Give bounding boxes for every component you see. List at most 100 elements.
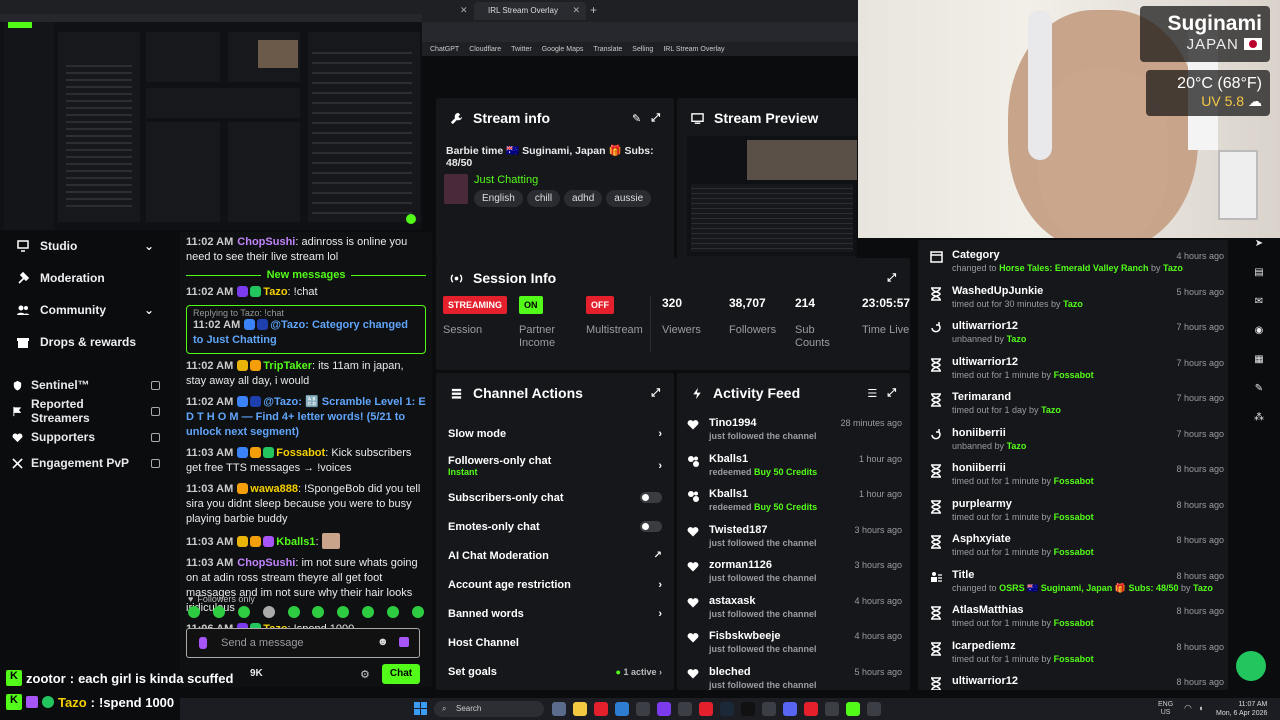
activity-item[interactable]: Fisbskwbeeje just followed the channel 4 h… [677, 626, 910, 662]
app-icon[interactable] [741, 702, 755, 716]
set-goals-row[interactable]: Set goals ● 1 active › [436, 657, 674, 686]
taskbar-search[interactable]: ⌕ Search [434, 701, 544, 717]
new-tab-icon[interactable]: + [590, 3, 597, 17]
nav-item-moderation[interactable]: Moderation [0, 262, 172, 294]
nav-item-sentinel[interactable]: Sentinel™ [0, 372, 172, 398]
mod-log-item[interactable]: Category changed to Horse Tales: Emerald … [918, 246, 1228, 282]
popout-icon[interactable]: ⤢ [887, 387, 896, 400]
stream-preview-video[interactable] [687, 136, 857, 256]
emote-icon[interactable] [262, 606, 275, 618]
subscribers-only-toggle[interactable] [640, 492, 662, 503]
nav-item-reported-streamers[interactable]: Reported Streamers [0, 397, 172, 425]
chat-icon[interactable]: ✉ [1255, 296, 1263, 307]
popout-icon[interactable]: ⤢ [651, 387, 660, 400]
app-icon[interactable] [552, 702, 566, 716]
host-channel-row[interactable]: Host Channel [436, 628, 674, 657]
activity-item[interactable]: bleched just followed the channel 5 hours … [677, 662, 910, 691]
chat-message[interactable]: 11:02 AM ChopSushi: adinross is online yo… [180, 232, 432, 268]
tag[interactable]: adhd [564, 190, 603, 207]
filter-icon[interactable]: ☰ [867, 387, 877, 400]
windows-start-icon[interactable] [414, 702, 427, 715]
nav-item-supporters[interactable]: Supporters [0, 424, 172, 450]
bookmark[interactable]: IRL Stream Overlay [663, 46, 724, 53]
chat-message[interactable]: 11:03 AM wawa888: !SpongeBob did you tell… [180, 479, 432, 530]
mod-log-item[interactable]: Asphxyiate timed out for 1 minute by Foss… [918, 530, 1228, 566]
ai-moderation-row[interactable]: AI Chat Moderation ↗ [436, 541, 674, 570]
followers-only-row[interactable]: Followers-only chat Instant › [436, 448, 674, 483]
chat-message[interactable]: 11:02 AM @Tazo: 🔠 Scramble Level 1: E D T… [180, 392, 432, 443]
banned-words-row[interactable]: Banned words › [436, 599, 674, 628]
address-bar[interactable] [422, 22, 858, 42]
bookmark[interactable]: Twitter [511, 46, 532, 53]
popout-icon[interactable]: ⤢ [651, 112, 660, 125]
gift-icon[interactable] [399, 637, 409, 647]
mod-log-item[interactable]: ultiwarrior12 unbanned by Tazo 7 hours ago [918, 317, 1228, 353]
mod-log-item[interactable]: ultiwarrior12 timed out for 1 minute by F… [918, 353, 1228, 389]
bookmark[interactable]: ChatGPT [430, 46, 459, 53]
app-icon[interactable] [825, 702, 839, 716]
tag[interactable]: aussie [606, 190, 652, 207]
activity-item[interactable]: Tino1994 just followed the channel 28 minu… [677, 413, 910, 449]
nav-item-community[interactable]: Community ⌄ [0, 294, 172, 326]
nav-item-drops-rewards[interactable]: Drops & rewards [0, 326, 172, 358]
emote-icon[interactable] [362, 606, 375, 618]
vscode-icon[interactable] [615, 702, 629, 716]
browser-icon[interactable] [594, 702, 608, 716]
chat-input[interactable]: Send a message ☻ [186, 628, 420, 658]
discord-icon[interactable] [783, 702, 797, 716]
bookmark[interactable]: Translate [593, 46, 622, 53]
emote-icon[interactable] [287, 606, 300, 618]
app-icon[interactable] [867, 702, 881, 716]
activity-item[interactable]: Kballs1 redeemed Buy 50 Credits 1 hour ago [677, 449, 910, 485]
category-link[interactable]: Just Chatting [474, 174, 655, 186]
broadcast-icon[interactable]: ◉ [1255, 325, 1264, 336]
emoji-icon[interactable]: ☻ [377, 636, 389, 648]
emote-icon[interactable] [337, 606, 350, 618]
activity-item[interactable]: Kballs1 redeemed Buy 50 Credits 1 hour ago [677, 484, 910, 520]
app-icon[interactable] [762, 702, 776, 716]
chat-message[interactable]: 11:03 AM Fossabot: Kick subscribers get f… [180, 443, 432, 479]
mod-log-item[interactable]: Title changed to OSRS 🇦🇺 Suginami, Japan … [918, 566, 1228, 602]
emote-icon[interactable] [237, 606, 250, 618]
chat-message[interactable]: 11:02 AM Tazo: !chat [180, 282, 432, 303]
bookmark[interactable]: Cloudflare [469, 46, 501, 53]
chat-send-button[interactable]: Chat [382, 664, 420, 684]
kick-icon[interactable] [846, 702, 860, 716]
mod-log-item[interactable]: AtlasMatthias timed out for 1 minute by F… [918, 601, 1228, 637]
tab-close-icon[interactable]: ✕ [460, 5, 468, 16]
server-icon[interactable]: ▦ [1254, 354, 1263, 365]
emote-icon[interactable] [188, 606, 200, 618]
bookmark[interactable]: Google Maps [542, 46, 584, 53]
volume-icon[interactable]: ◖ [1198, 703, 1203, 713]
chrome-icon[interactable] [699, 702, 713, 716]
steam-icon[interactable] [720, 702, 734, 716]
mod-log-item[interactable]: honiiberrii unbanned by Tazo 7 hours ago [918, 424, 1228, 460]
folder-icon[interactable] [573, 702, 587, 716]
popout-icon[interactable]: ⤢ [887, 272, 896, 285]
emotes-only-row[interactable]: Emotes-only chat [436, 512, 674, 541]
arrow-icon[interactable]: ➤ [1255, 238, 1263, 249]
mod-log-item[interactable]: WashedUpJunkie timed out for 30 minutes b… [918, 282, 1228, 318]
account-age-row[interactable]: Account age restriction › [436, 570, 674, 599]
tag[interactable]: chill [526, 190, 561, 207]
mod-log-item[interactable]: Terimarand timed out for 1 day by Tazo 7 h… [918, 388, 1228, 424]
edit-icon[interactable]: ✎ [632, 112, 641, 125]
browser-tab[interactable]: IRL Stream Overlay ✕ [474, 2, 586, 20]
slow-mode-row[interactable]: Slow mode › [436, 419, 674, 448]
tag[interactable]: English [474, 190, 523, 207]
mod-log-item[interactable]: purplearmy timed out for 1 minute by Foss… [918, 495, 1228, 531]
reply-message[interactable]: Replying to Tazo: !chat 11:02 AM @Tazo: C… [186, 305, 426, 354]
app-icon[interactable] [636, 702, 650, 716]
clock[interactable]: 11:07 AM Mon, 6 Apr 2026 [1216, 700, 1267, 718]
emotes-only-toggle[interactable] [640, 521, 662, 532]
mod-log-item[interactable]: Icarpediemz timed out for 1 minute by Fos… [918, 637, 1228, 673]
emote-icon[interactable] [312, 606, 325, 618]
wrench-icon[interactable]: ✎ [1255, 383, 1263, 394]
app-icon[interactable] [657, 702, 671, 716]
nodes-icon[interactable]: ⁂ [1254, 412, 1264, 423]
support-chat-button[interactable] [1236, 651, 1266, 681]
mod-log-item[interactable]: honiiberrii timed out for 1 minute by Fos… [918, 459, 1228, 495]
activity-item[interactable]: zorman1126 just followed the channel 3 hou… [677, 555, 910, 591]
document-icon[interactable]: ▤ [1254, 267, 1263, 278]
activity-item[interactable]: Twisted187 just followed the channel 3 hou… [677, 520, 910, 556]
